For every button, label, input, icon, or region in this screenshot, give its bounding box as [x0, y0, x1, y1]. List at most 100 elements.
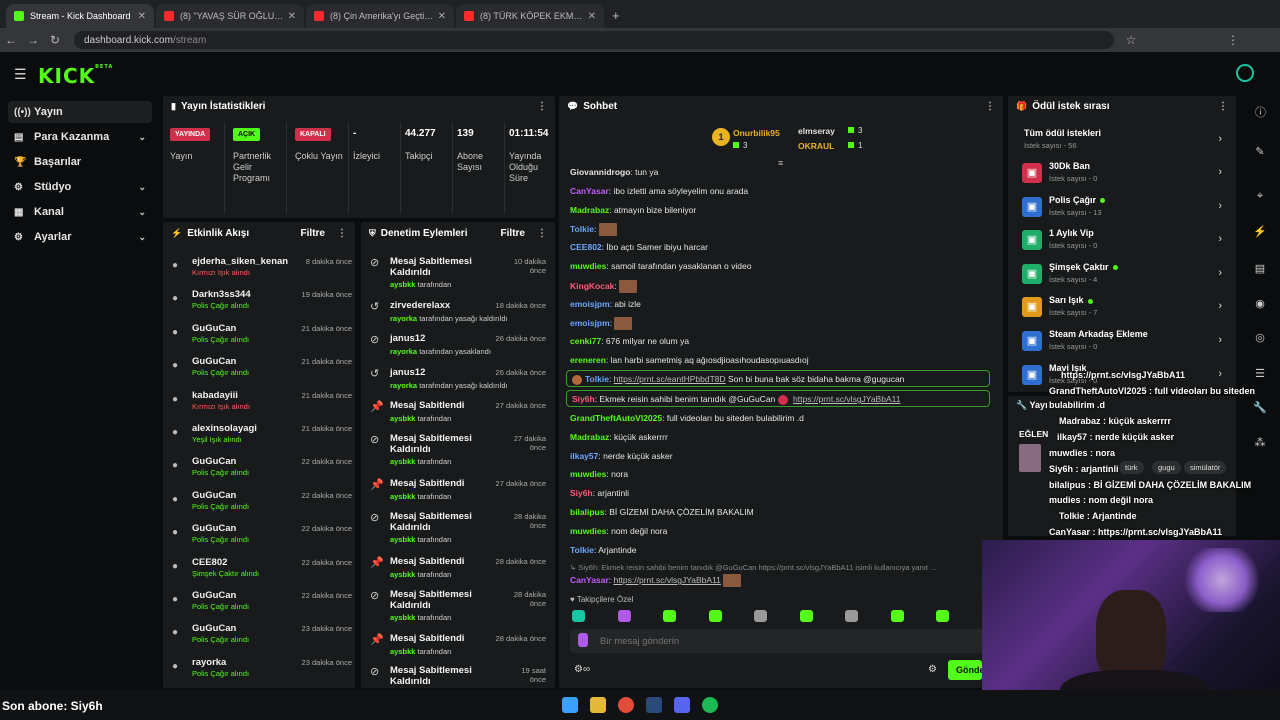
event-row[interactable]: ● GuGuCan Polis Çağır alındı 21 dakika önce	[172, 323, 352, 356]
forward-icon[interactable]: →	[22, 33, 44, 47]
rewards-more-icon[interactable]: ⋮	[1218, 101, 1228, 112]
emote-icon[interactable]	[572, 610, 585, 622]
doc-icon[interactable]: ▤	[1250, 262, 1270, 275]
events-more-icon[interactable]: ⋮	[337, 228, 347, 239]
close-icon[interactable]: ✕	[588, 11, 596, 22]
chat-settings-icon[interactable]: ⚙	[928, 664, 937, 675]
emote-icon[interactable]	[708, 610, 722, 622]
close-icon[interactable]: ✕	[138, 11, 146, 22]
moderation-filter-button[interactable]: Filtre	[501, 228, 525, 239]
discord-icon[interactable]	[674, 697, 690, 713]
stream-tag[interactable]: türk	[1119, 461, 1144, 474]
file-explorer-icon[interactable]	[590, 697, 606, 713]
moderation-row[interactable]: 📌 Mesaj Sabitlendi aysbkk tarafından 28 dak…	[370, 633, 546, 665]
chrome-icon[interactable]	[618, 697, 634, 713]
back-icon[interactable]: ←	[0, 33, 22, 47]
moderation-row[interactable]: ↺ janus12 rayorka tarafından yasağı kaldır…	[370, 367, 546, 399]
stream-tag[interactable]: gugu	[1152, 461, 1181, 474]
reward-item[interactable]: ▣ Steam Arkadaş Ekleme İstek sayısı - 0 ›	[1022, 329, 1222, 359]
browser-menu-icon[interactable]: ⋮	[1222, 33, 1244, 47]
event-row[interactable]: ● alexinsolayagi Yeşil Işık alındı 21 dakik…	[172, 423, 352, 456]
browser-tab[interactable]: (8) "YAVAŞ SÜR OĞLUM!" Türk...✕	[156, 4, 304, 28]
chat-link[interactable]: https://prnt.sc/vlsgJYaBbA11	[613, 575, 720, 585]
url-input[interactable]: dashboard.kick.com/stream	[74, 31, 1114, 49]
top-gifter[interactable]: elmseray	[798, 126, 835, 136]
kick-logo[interactable]: KICKBETA	[38, 64, 113, 88]
bookmark-star-icon[interactable]: ☆	[1120, 33, 1142, 47]
send-button[interactable]: Gönder	[948, 660, 982, 680]
reward-item[interactable]: ▣ Sarı Işık İstek sayısı - 7 ›	[1022, 295, 1222, 325]
browser-tab[interactable]: (8) Çin Amerika'yı Geçtiç İnsanı...✕	[306, 4, 454, 28]
reward-item[interactable]: ▣ 30Dk Ban İstek sayısı - 0 ›	[1022, 161, 1222, 191]
event-row[interactable]: ● GuGuCan Polis Çağır alındı 21 dakika önce	[172, 356, 352, 389]
sidebar-item[interactable]: ▤ Para Kazanma ⌄	[8, 126, 152, 148]
close-icon[interactable]: ✕	[288, 11, 296, 22]
sidebar-item[interactable]: ((•)) Yayın	[8, 101, 152, 123]
sidebar-item[interactable]: ⚙ Stüdyo ⌄	[8, 176, 152, 198]
top-gifter[interactable]: Onurbilik95	[733, 128, 780, 138]
chat-bubble-icon[interactable]: ◉	[1250, 297, 1270, 310]
emote-icon[interactable]	[845, 610, 858, 622]
sidebar-item[interactable]: 🏆 Başarılar	[8, 151, 152, 173]
new-tab-icon[interactable]: +	[612, 8, 620, 23]
event-row[interactable]: ● GuGuCan Polis Çağır alındı 22 dakika önce	[172, 590, 352, 623]
all-rewards-item[interactable]: Tüm ödül istekleri İstek sayısı - 56 ›	[1022, 128, 1222, 158]
broadcast-icon[interactable]: ◎	[1250, 331, 1270, 344]
reward-item[interactable]: ▣ Polis Çağır İstek sayısı - 13 ›	[1022, 195, 1222, 225]
emote-icon[interactable]	[754, 610, 767, 622]
event-row[interactable]: ● GuGuCan Polis Çağır alındı 22 dakika önce	[172, 523, 352, 556]
user-avatar[interactable]	[1236, 64, 1254, 82]
moderation-more-icon[interactable]: ⋮	[537, 228, 547, 239]
pen-icon[interactable]: ✎	[1250, 145, 1270, 158]
event-row[interactable]: ● GuGuCan Polis Çağır alındı 22 dakika önce	[172, 490, 352, 523]
sidebar-item[interactable]: ⚙ Ayarlar ⌄	[8, 226, 152, 248]
browser-tab[interactable]: (8) TÜRK KÖPEK EKMEK REİSİ !...✕	[456, 4, 604, 28]
event-row[interactable]: ● rayorka Polis Çağır alındı 23 dakika önce	[172, 657, 352, 690]
close-icon[interactable]: ✕	[438, 11, 446, 22]
event-row[interactable]: ● kabadayiii Kırmızı Işık alındı 21 dakika …	[172, 390, 352, 423]
reload-icon[interactable]: ↻	[44, 33, 66, 47]
sidebar-item[interactable]: ▦ Kanal ⌄	[8, 201, 152, 223]
moderation-row[interactable]: 📌 Mesaj Sabitlendi aysbkk tarafından 28 dak…	[370, 556, 546, 588]
bolt-icon[interactable]: ⚡	[1250, 225, 1270, 238]
emote-icon[interactable]	[936, 610, 949, 622]
emote-icon[interactable]	[617, 610, 631, 622]
plugin-icon[interactable]: ⁂	[1250, 436, 1270, 449]
stream-tag[interactable]: simülatör	[1184, 461, 1227, 474]
moderation-row[interactable]: ⊘ Mesaj Sabitlemesi Kaldırıldı aysbkk tara…	[370, 256, 546, 289]
chat-tools-icon[interactable]: ⚙∞	[574, 664, 590, 675]
stats-more-icon[interactable]: ⋮	[537, 101, 547, 112]
events-filter-button[interactable]: Filtre	[301, 228, 325, 239]
moderation-row[interactable]: ⊘ janus12 rayorka tarafından yasaklandı 26 …	[370, 333, 546, 365]
event-row[interactable]: ● ejderha_siken_kenan Kırmızı Işık alındı 8…	[172, 256, 352, 289]
browser-tab[interactable]: Stream - Kick Dashboard ✕	[6, 4, 154, 28]
emote-picker-icon[interactable]	[578, 633, 588, 647]
moderation-row[interactable]: ↺ zirvederelaxx rayorka tarafından yasağı …	[370, 300, 546, 332]
list-icon[interactable]: ☰	[1250, 367, 1270, 380]
target-icon[interactable]: ⌖	[1250, 190, 1270, 203]
event-row[interactable]: ● GuGuCan Polis Çağır alındı 23 dakika önce	[172, 623, 352, 656]
reward-item[interactable]: ▣ Şimşek Çaktır İstek sayısı - 4 ›	[1022, 262, 1222, 292]
top-gifter[interactable]: OKRAUL	[798, 141, 834, 151]
chat-more-icon[interactable]: ⋮	[985, 101, 995, 112]
emote-icon[interactable]	[890, 610, 904, 622]
event-row[interactable]: ● CEE802 Şimşek Çaktır alındı 22 dakika önc…	[172, 557, 352, 590]
steam-icon[interactable]	[646, 697, 662, 713]
moderation-row[interactable]: ⊘ Mesaj Sabitlemesi Kaldırıldı aysbkk tara…	[370, 511, 546, 544]
emote-icon[interactable]	[663, 610, 676, 622]
event-row[interactable]: ● GuGuCan Polis Çağır alındı 22 dakika önce	[172, 456, 352, 489]
windows-start-icon[interactable]	[562, 697, 578, 713]
chat-link[interactable]: https://prnt.sc/eantHPbbdT8D	[614, 374, 726, 384]
event-row[interactable]: ● Darkn3ss344 Polis Çağır alındı 19 dakika …	[172, 289, 352, 322]
reward-item[interactable]: ▣ 1 Aylık Vip İstek sayısı - 0 ›	[1022, 228, 1222, 258]
info-icon[interactable]: ⓘ	[1255, 104, 1266, 120]
wrench-icon[interactable]: 🔧	[1250, 401, 1270, 414]
moderation-row[interactable]: 📌 Mesaj Sabitlendi aysbkk tarafından 27 dak…	[370, 400, 546, 432]
moderation-row[interactable]: ⊘ Mesaj Sabitlemesi Kaldırıldı aysbkk tara…	[370, 589, 546, 622]
spotify-icon[interactable]	[702, 697, 718, 713]
hamburger-menu-icon[interactable]: ☰	[14, 66, 27, 83]
moderation-row[interactable]: ⊘ Mesaj Sabitlemesi Kaldırıldı aysbkk tara…	[370, 433, 546, 466]
emote-icon[interactable]	[799, 610, 813, 622]
chat-message-input[interactable]	[600, 633, 960, 649]
chat-link[interactable]: https://prnt.sc/vlsgJYaBbA11	[793, 394, 900, 404]
